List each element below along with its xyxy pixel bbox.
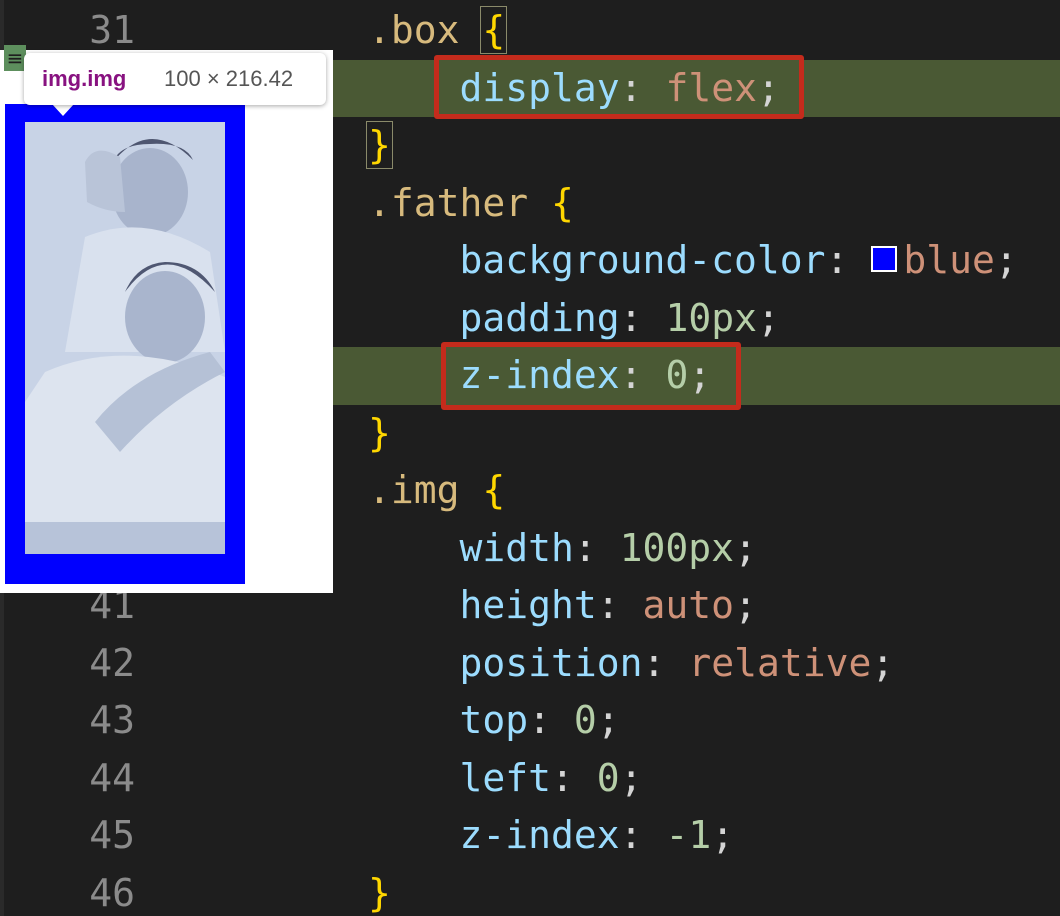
code-token: : [528,698,574,742]
tooltip-element-size: 100 × 216.42 [164,66,294,91]
code-token: } [366,121,393,169]
code-token: ; [688,353,712,397]
code-text[interactable]: .father { [368,175,574,233]
code-token: : [642,640,689,685]
code-token: auto [642,583,735,627]
code-text[interactable]: } [366,117,393,175]
edge-marker-icon: ≡ [4,45,26,71]
line-number: 43 [89,698,135,742]
color-swatch-icon[interactable] [871,245,898,272]
code-token: z-index [368,813,620,857]
code-line[interactable]: 44 left: 0; [0,750,1060,808]
tooltip-arrow [52,104,74,116]
code-token: : [551,755,597,800]
code-text[interactable]: padding: 10px; [368,290,780,348]
code-token: ; [994,238,1018,282]
code-token: 100px [619,525,735,570]
code-token: .box [368,8,483,52]
code-token: : [825,238,872,282]
code-text[interactable]: height: auto; [368,577,757,635]
code-token: 10px [665,295,757,340]
code-token: z-index [368,353,620,397]
code-token: { [482,468,506,512]
code-line[interactable]: 46} [0,865,1060,916]
code-token: flex [665,65,757,110]
code-token: } [368,870,391,915]
code-text[interactable]: } [368,865,391,916]
inspect-tooltip: img.img 100 × 216.42 [24,53,326,105]
code-token: -1 [665,813,712,857]
code-text[interactable]: z-index: -1; [368,807,735,865]
code-text[interactable]: display: flex; [368,60,780,118]
code-token: : [619,813,666,857]
code-token: ; [756,65,780,110]
code-text[interactable]: background-color: blue; [368,232,1018,290]
code-token: ; [596,698,620,742]
code-token: left [368,755,552,800]
code-token: relative [688,640,872,685]
code-token: ; [711,813,735,857]
portrait-photo-icon [25,122,225,554]
code-token: padding [368,295,620,340]
code-text[interactable]: .box { [368,2,508,60]
code-text[interactable]: .img { [368,462,505,520]
code-token: background-color [368,238,826,282]
image-preview [25,122,225,554]
code-token: : [619,65,666,110]
code-token: : [596,583,643,627]
code-token: 0 [573,698,597,742]
code-token: 0 [596,755,620,800]
code-token: : [619,353,666,397]
code-text[interactable]: } [368,405,391,463]
code-token: ; [734,583,757,627]
line-number: 46 [89,870,135,915]
code-text[interactable]: position: relative; [368,635,895,693]
code-token: height [368,583,597,627]
code-token: ; [734,525,757,570]
line-number: 44 [89,755,135,800]
code-text[interactable]: left: 0; [368,750,643,808]
code-text[interactable]: z-index: 0; [368,347,712,405]
code-token: top [368,698,529,742]
code-token: { [551,180,574,225]
code-text[interactable]: width: 100px; [368,520,757,578]
code-token: : [619,295,666,340]
line-number: 42 [89,640,135,685]
code-token: ; [619,755,643,800]
code-token: .img [368,468,483,512]
code-token: : [573,525,620,570]
code-line[interactable]: 43 top: 0; [0,692,1060,750]
code-token: ; [756,295,780,340]
tooltip-element-tag: img.img [42,66,127,91]
code-editor[interactable]: 31 .box { display: flex;} .father { backgr… [0,0,1060,916]
code-token: display [368,65,620,110]
code-token: { [480,6,508,54]
code-text[interactable]: top: 0; [368,692,620,750]
code-line[interactable]: 45 z-index: -1; [0,807,1060,865]
code-token: 0 [665,353,689,397]
code-token: width [368,525,574,570]
code-token: .father [368,180,552,225]
code-line[interactable]: 42 position: relative; [0,635,1060,693]
code-token: position [368,640,643,685]
code-token: } [368,410,391,455]
code-token: blue [903,238,995,282]
line-number: 45 [89,813,135,857]
code-token: ; [871,640,895,685]
